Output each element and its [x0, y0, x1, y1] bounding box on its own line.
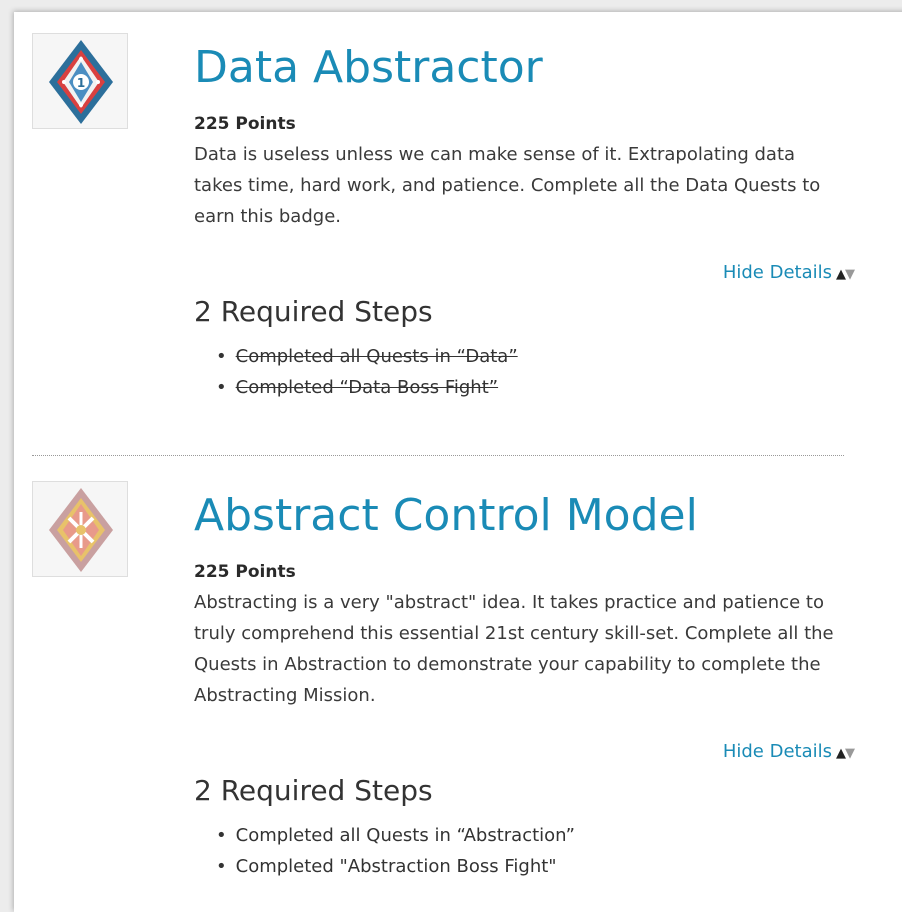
hide-details-toggle[interactable]: Hide Details ▲▼ — [723, 741, 855, 762]
step-label: Completed all Quests in “Data” — [235, 346, 518, 367]
required-steps-list: Completed all Quests in “Abstraction” Co… — [216, 820, 575, 882]
step-label: Completed all Quests in “Abstraction” — [235, 825, 575, 846]
badge-title: Data Abstractor — [194, 42, 543, 93]
list-item: Completed "Abstraction Boss Fight" — [216, 851, 575, 882]
badge-title: Abstract Control Model — [194, 490, 698, 541]
required-steps-list: Completed all Quests in “Data” Completed… — [216, 341, 518, 403]
list-item: Completed “Data Boss Fight” — [216, 372, 518, 403]
hide-details-toggle[interactable]: Hide Details ▲▼ — [723, 262, 855, 283]
required-steps-title: 2 Required Steps — [194, 774, 433, 807]
badge-description: Abstracting is a very "abstract" idea. I… — [194, 592, 834, 706]
step-label: Completed “Data Boss Fight” — [235, 377, 499, 398]
divider — [32, 455, 844, 456]
hide-details-label[interactable]: Hide Details — [723, 741, 832, 762]
step-label: Completed "Abstraction Boss Fight" — [235, 856, 557, 877]
required-steps-title: 2 Required Steps — [194, 295, 433, 328]
hide-details-label[interactable]: Hide Details — [723, 262, 832, 283]
data-abstractor-badge-icon: 1 — [32, 33, 128, 129]
badge-description: Data is useless unless we can make sense… — [194, 144, 821, 227]
sort-arrows-icon: ▲▼ — [836, 746, 855, 761]
list-item: Completed all Quests in “Data” — [216, 341, 518, 372]
svg-text:1: 1 — [77, 76, 85, 90]
sort-arrows-icon: ▲▼ — [836, 267, 855, 282]
badge-list-panel: 1 Data Abstractor 225 Points Data is use… — [14, 12, 902, 912]
abstract-control-model-badge-icon — [32, 481, 128, 577]
badge-points: 225 Points — [194, 114, 296, 134]
badge-points: 225 Points — [194, 562, 296, 582]
list-item: Completed all Quests in “Abstraction” — [216, 820, 575, 851]
